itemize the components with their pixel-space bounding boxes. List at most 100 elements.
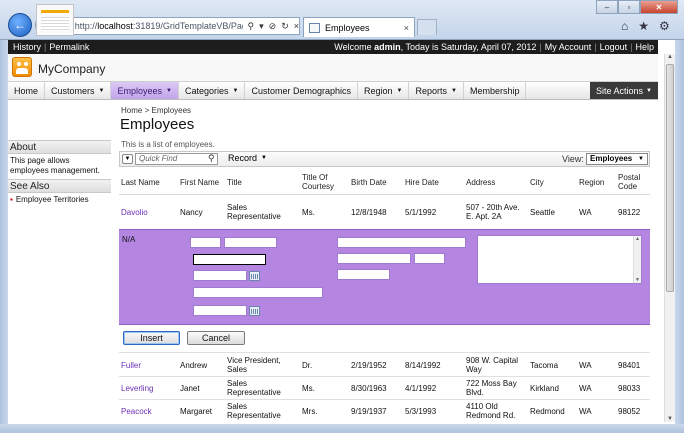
site-actions-button[interactable]: Site Actions ▼ — [590, 82, 658, 99]
bullet-icon: ▪ — [10, 195, 13, 204]
region-field[interactable] — [414, 253, 445, 264]
hire-date-field[interactable] — [193, 305, 247, 316]
home-icon[interactable]: ⌂ — [621, 19, 628, 33]
about-text: This page allows employees management. — [10, 156, 100, 175]
tab-close-icon[interactable]: × — [404, 23, 409, 33]
menu-item-home[interactable]: Home — [8, 82, 46, 99]
cell-courtesy: Ms. — [302, 384, 315, 393]
stop-icon[interactable]: × — [294, 21, 299, 31]
tab-title: Employees — [325, 22, 370, 33]
back-arrow-icon[interactable]: ← — [8, 13, 32, 37]
cell-courtesy: Ms. — [302, 208, 315, 217]
column-header-birth-date[interactable]: Birth Date — [351, 178, 387, 187]
column-header-region[interactable]: Region — [579, 178, 604, 187]
cancel-button[interactable]: Cancel — [187, 331, 245, 345]
calendar-icon[interactable] — [249, 306, 260, 316]
browser-toolbar-icons: ⌂ ★ ⚙ — [621, 19, 670, 33]
cell-title: Sales Representative — [227, 402, 281, 420]
address-bar[interactable]: http://localhost:31819/GridTemplateVB/Pa… — [56, 17, 300, 35]
quick-find-options-icon[interactable]: ▼ — [122, 154, 133, 164]
quick-find-input[interactable]: Quick Find — [135, 153, 218, 165]
notes-textarea[interactable] — [477, 235, 642, 284]
caret-down-icon: ▼ — [396, 87, 403, 94]
scroll-thumb[interactable] — [666, 64, 674, 292]
cell-hire-date: 5/1/1992 — [405, 208, 437, 217]
window-controls: – ▫ ✕ — [596, 0, 678, 14]
new-tab-button[interactable] — [417, 19, 437, 35]
menu-item-region[interactable]: Region ▼ — [358, 82, 410, 99]
browser-tab-employees[interactable]: Employees × — [303, 17, 415, 37]
scroll-down-icon[interactable]: ▼ — [667, 416, 673, 422]
menu-item-customer-demographics[interactable]: Customer Demographics — [245, 82, 358, 99]
last-name-field[interactable] — [190, 237, 221, 248]
cell-birth-date: 12/8/1948 — [351, 208, 387, 217]
logout-link[interactable]: Logout — [600, 42, 628, 52]
separator: | — [594, 42, 597, 52]
address-field[interactable] — [337, 237, 466, 248]
record-menu[interactable]: Record ▼ — [228, 153, 267, 163]
help-link[interactable]: Help — [635, 42, 654, 52]
chevron-down-icon: ▼ — [638, 156, 644, 162]
search-icon[interactable]: ⚲ — [248, 21, 255, 32]
menu-item-membership[interactable]: Membership — [464, 82, 527, 99]
column-header-hire-date[interactable]: Hire Date — [405, 178, 439, 187]
about-header: About — [8, 140, 111, 154]
cell-address: 507 - 20th Ave. E. Apt. 2A — [466, 203, 520, 221]
menu-item-customers[interactable]: Customers ▼ — [45, 82, 112, 99]
scroll-up-icon[interactable]: ▲ — [667, 54, 673, 60]
city-field[interactable] — [337, 253, 411, 264]
permalink-link[interactable]: Permalink — [49, 42, 89, 52]
my-account-link[interactable]: My Account — [545, 42, 592, 52]
photo-placeholder: N/A — [122, 235, 136, 244]
title-field[interactable] — [193, 254, 266, 265]
birth-date-field[interactable] — [193, 270, 247, 281]
cell-last-name[interactable]: Davolio — [121, 208, 148, 217]
minimize-icon[interactable]: – — [596, 0, 618, 14]
column-header-first-name[interactable]: First Name — [180, 178, 219, 187]
cell-city: Kirkland — [530, 384, 559, 393]
cell-last-name[interactable]: Leverling — [121, 384, 153, 393]
first-name-field[interactable] — [224, 237, 277, 248]
tools-gear-icon[interactable]: ⚙ — [659, 19, 670, 33]
maximize-icon[interactable]: ▫ — [618, 0, 640, 14]
compatibility-icon[interactable]: ⊘ — [269, 21, 277, 32]
postal-code-field[interactable] — [337, 269, 390, 280]
menu-item-categories[interactable]: Categories ▼ — [179, 82, 246, 99]
cell-courtesy: Mrs. — [302, 407, 318, 416]
breadcrumb-home[interactable]: Home — [121, 106, 142, 115]
refresh-icon[interactable]: ↻ — [281, 21, 289, 32]
cell-title: Sales Representative — [227, 203, 281, 221]
see-also-item[interactable]: ▪ Employee Territories — [10, 195, 89, 204]
menu-item-employees[interactable]: Employees ▼ — [111, 82, 179, 99]
favorites-star-icon[interactable]: ★ — [638, 19, 649, 33]
cell-region: WA — [579, 407, 592, 416]
cell-last-name[interactable]: Fuller — [121, 361, 141, 370]
view-select[interactable]: Employees ▼ — [586, 153, 648, 165]
caret-down-icon: ▼ — [451, 87, 457, 94]
column-header-city[interactable]: City — [530, 178, 544, 187]
column-header-title[interactable]: Title — [227, 178, 242, 187]
window-right-border — [675, 40, 684, 433]
breadcrumb-separator: > — [144, 106, 150, 115]
chevron-down-icon[interactable]: ▾ — [259, 21, 264, 32]
address-url: http://localhost:31819/GridTemplateVB/Pa… — [74, 21, 243, 31]
calendar-icon[interactable] — [249, 271, 260, 281]
cell-last-name[interactable]: Peacock — [121, 407, 152, 416]
cell-first-name: Nancy — [180, 208, 203, 217]
search-icon[interactable]: ⚲ — [208, 153, 215, 164]
insert-button[interactable]: Insert — [123, 331, 180, 345]
column-header-postal-code[interactable]: Postal Code — [618, 173, 648, 191]
company-name: MyCompany — [38, 62, 106, 76]
menu-item-reports[interactable]: Reports ▼ — [409, 82, 464, 99]
home-phone-field[interactable] — [193, 287, 323, 298]
caret-down-icon: ▼ — [166, 87, 172, 94]
column-header-last-name[interactable]: Last Name — [121, 178, 160, 187]
see-also-header: See Also — [8, 179, 111, 193]
textarea-scrollbar[interactable] — [633, 236, 641, 283]
column-header-title-of-courtesy[interactable]: Title Of Courtesy — [302, 173, 342, 191]
cell-city: Seattle — [530, 208, 555, 217]
history-link[interactable]: History — [13, 42, 41, 52]
window-close-icon[interactable]: ✕ — [640, 0, 678, 14]
page-scrollbar[interactable]: ▲ ▼ — [664, 54, 675, 422]
column-header-address[interactable]: Address — [466, 178, 495, 187]
